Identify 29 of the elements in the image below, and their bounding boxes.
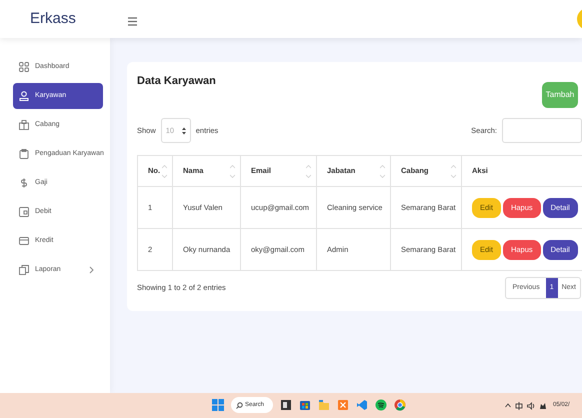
clipboard-icon <box>19 149 29 159</box>
grid-icon <box>19 62 29 72</box>
speaker-icon <box>527 402 535 410</box>
card-icon <box>19 236 29 246</box>
folder-icon[interactable] <box>318 399 330 411</box>
sort-icon <box>230 165 235 178</box>
code-editor-icon[interactable] <box>356 399 368 411</box>
building-icon <box>19 120 29 130</box>
user-icon <box>19 91 29 101</box>
sort-icon <box>306 165 311 178</box>
card-title: Data Karyawan <box>137 74 216 89</box>
sort-arrows-icon <box>182 126 186 134</box>
app-icon[interactable] <box>280 399 292 411</box>
app-logo[interactable]: Erkass <box>30 8 116 30</box>
music-app-icon[interactable] <box>375 399 387 411</box>
store-icon[interactable] <box>299 399 311 411</box>
sort-icon <box>451 165 456 178</box>
sort-icon <box>162 165 167 178</box>
caret-icon <box>505 403 511 408</box>
sort-icon <box>380 165 385 178</box>
search-icon <box>236 402 243 408</box>
wallet-icon <box>19 207 29 217</box>
start-icon <box>212 399 224 411</box>
menu-icon <box>128 16 137 26</box>
search-field[interactable] <box>502 118 582 143</box>
documents-icon <box>19 265 29 275</box>
tray-app-icon <box>539 402 547 410</box>
browser-icon[interactable] <box>394 399 406 411</box>
dollar-icon <box>19 178 29 188</box>
